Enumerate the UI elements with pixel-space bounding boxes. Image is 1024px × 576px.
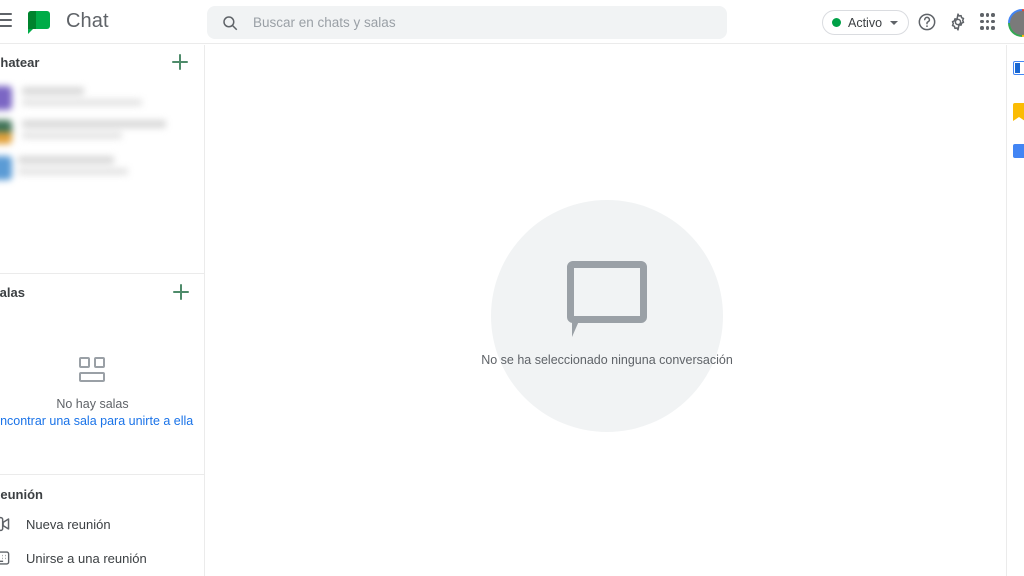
rooms-section-title: Salas [0, 284, 25, 300]
rooms-empty-text: No hay salas [56, 397, 129, 411]
brand: Chat [26, 8, 109, 34]
rooms-section-header: Salas [0, 277, 205, 307]
sidebar: Chatear Salas [0, 45, 205, 576]
app-header: Chat Activo [0, 0, 1024, 44]
new-room-plus-icon[interactable] [171, 282, 191, 302]
page-title: Chat [66, 9, 109, 32]
status-badge[interactable]: Activo [822, 10, 910, 35]
rooms-icon [77, 357, 109, 385]
apps-grid-icon[interactable] [980, 13, 998, 31]
divider [0, 273, 205, 274]
status-dot-icon [832, 18, 841, 27]
meeting-section: Reunión Nueva reunión [0, 474, 205, 576]
google-keep-icon[interactable] [1013, 103, 1024, 121]
help-circle-icon[interactable] [917, 12, 937, 32]
avatar [0, 86, 12, 110]
search-icon [223, 15, 238, 30]
search-input[interactable] [253, 15, 693, 30]
chat-section-header: Chatear [0, 47, 204, 77]
main-content-area: No se ha seleccionado ninguna conversaci… [206, 45, 1006, 576]
rooms-empty-state: No hay salas Encontrar una sala para uni… [0, 357, 195, 428]
chat-app-window: Chat Activo Chatear [0, 0, 1024, 576]
search-bar[interactable] [207, 6, 727, 39]
avatar [0, 120, 12, 144]
chat-logo-icon [26, 8, 52, 34]
hamburger-menu-icon[interactable] [0, 13, 12, 27]
google-calendar-icon[interactable] [1013, 61, 1024, 77]
avatar[interactable] [1008, 9, 1024, 37]
empty-state-text: No se ha seleccionado ninguna conversaci… [481, 353, 733, 367]
list-item[interactable] [0, 153, 204, 183]
list-item[interactable] [0, 83, 204, 113]
status-label: Activo [848, 15, 883, 30]
find-room-link[interactable]: Encontrar una sala para unirte a ella [0, 414, 193, 428]
video-camera-plus-icon [0, 516, 10, 532]
join-meeting-label: Unirse a una reunión [26, 550, 147, 566]
avatar [0, 156, 12, 180]
empty-state: No se ha seleccionado ninguna conversaci… [481, 200, 733, 432]
new-meeting-label: Nueva reunión [26, 516, 111, 532]
new-meeting-item[interactable]: Nueva reunión [0, 512, 205, 536]
meeting-section-title: Reunión [0, 487, 43, 502]
list-item[interactable] [0, 117, 204, 147]
side-panel [1006, 45, 1024, 576]
gear-icon[interactable] [948, 12, 968, 32]
join-meeting-item[interactable]: Unirse a una reunión [0, 546, 205, 570]
google-tasks-icon[interactable] [1013, 144, 1024, 160]
chat-section-title: Chatear [0, 54, 40, 70]
speech-bubble-icon [567, 261, 647, 337]
chevron-down-icon [890, 20, 899, 25]
new-chat-plus-icon[interactable] [170, 52, 190, 72]
conversation-list [0, 83, 204, 183]
keyboard-icon [0, 551, 10, 565]
